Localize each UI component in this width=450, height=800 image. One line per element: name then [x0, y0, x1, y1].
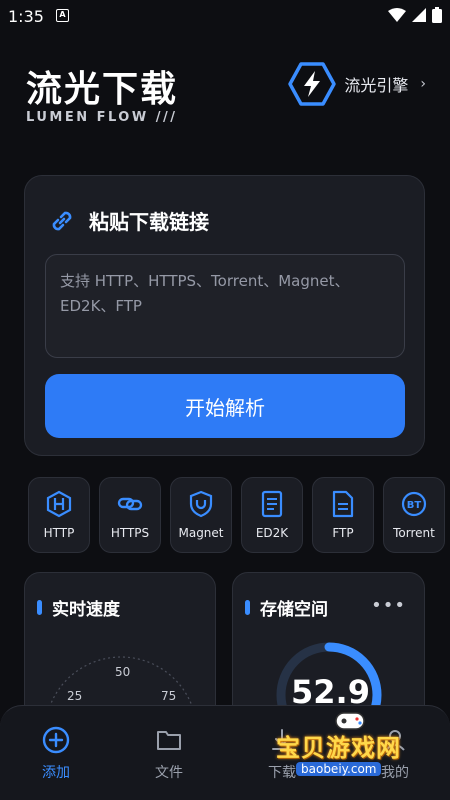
- nav-files-label: 文件: [155, 765, 183, 781]
- gauge-tick-75: 75: [161, 689, 177, 703]
- start-parse-button[interactable]: 开始解析: [45, 374, 405, 438]
- bt-badge-icon: BT: [401, 491, 427, 517]
- file-icon: [332, 490, 354, 518]
- signal-icon: [412, 8, 426, 22]
- nav-files[interactable]: 文件: [129, 726, 209, 782]
- link-secure-icon: [117, 497, 143, 511]
- paste-link-card: 粘贴下载链接 开始解析: [24, 175, 425, 456]
- chevron-right-icon: ›: [420, 76, 426, 92]
- watermark: 宝贝游戏网 baobeiy.com: [276, 712, 426, 792]
- protocol-label: FTP: [332, 526, 354, 540]
- status-bar: 1:35 A: [0, 0, 450, 32]
- engine-label: 流光引擎: [344, 76, 409, 95]
- watermark-title: 宝贝游戏网: [276, 734, 401, 762]
- battery-icon: [432, 7, 442, 23]
- protocol-http[interactable]: HTTP: [28, 477, 90, 553]
- status-time: 1:35: [8, 7, 44, 26]
- protocol-label: HTTP: [43, 526, 75, 540]
- folder-icon: [157, 731, 181, 750]
- gauge-tick-25: 25: [67, 689, 83, 703]
- protocol-https[interactable]: HTTPS: [99, 477, 161, 553]
- protocol-magnet[interactable]: Magnet: [170, 477, 232, 553]
- engine-button[interactable]: 流光引擎 ›: [288, 62, 426, 106]
- paste-card-title: 粘贴下载链接: [89, 210, 209, 234]
- add-circle-icon: [42, 726, 70, 754]
- gauge-tick-50: 50: [115, 665, 131, 679]
- protocol-list: HTTP HTTPS Magnet ED2K FTP BT Torrent: [28, 477, 445, 553]
- protocol-label: HTTPS: [110, 526, 150, 540]
- link-input[interactable]: [45, 254, 405, 358]
- protocol-label: Magnet: [178, 526, 224, 540]
- watermark-url: baobeiy.com: [296, 762, 382, 776]
- wifi-icon: [388, 8, 406, 22]
- status-icons: [388, 7, 442, 23]
- app-subtitle: LUMEN FLOW ///: [26, 110, 178, 125]
- nav-add[interactable]: 添加: [16, 726, 96, 782]
- lightning-hex-icon: [288, 62, 337, 106]
- http-hex-icon: [46, 490, 72, 518]
- paste-title-row: 粘贴下载链接: [49, 206, 209, 235]
- notification-icon: A: [56, 9, 69, 22]
- document-icon: [261, 490, 283, 518]
- protocol-torrent[interactable]: BT Torrent: [383, 477, 445, 553]
- protocol-ftp[interactable]: FTP: [312, 477, 374, 553]
- protocol-label: Torrent: [393, 526, 435, 540]
- magnet-shield-icon: [189, 490, 213, 518]
- svg-text:BT: BT: [407, 500, 422, 511]
- protocol-ed2k[interactable]: ED2K: [241, 477, 303, 553]
- link-icon: [52, 211, 72, 230]
- app-title: 流光下载: [26, 69, 179, 110]
- protocol-label: ED2K: [255, 526, 289, 540]
- nav-add-label: 添加: [42, 765, 70, 781]
